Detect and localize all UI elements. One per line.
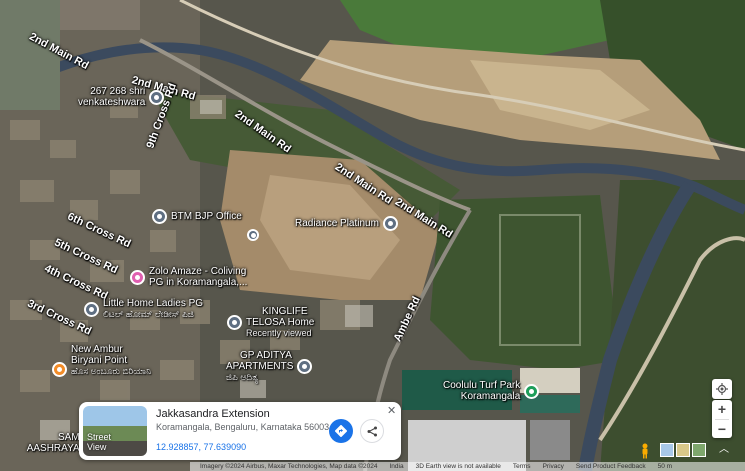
place-coordinates[interactable]: 12.928857, 77.639090 — [156, 442, 246, 452]
region-link[interactable]: India — [389, 463, 403, 470]
directions-icon — [335, 425, 347, 437]
plus-icon: + — [717, 401, 727, 418]
poi-label: Coolulu Turf Park Koramangala — [443, 380, 520, 402]
place-title: Jakkasandra Extension — [156, 408, 270, 420]
layer-thumb-terrain[interactable] — [676, 443, 690, 457]
pegman-icon[interactable] — [640, 443, 650, 459]
zoom-control: + − — [712, 400, 732, 438]
poi-label: Radiance Platinum — [295, 218, 379, 229]
place-pin-icon — [382, 216, 398, 231]
poi-shri-venkateshwara[interactable]: 267 268 shri venkateshwara — [78, 86, 165, 108]
poi-label-line2: PG in Koramangala,... — [149, 277, 248, 288]
poi-new-ambur-biryani[interactable]: New Ambur Biryani Point ಹೊಸ ಅಂಬೂರು ಬಿರಿಯ… — [52, 344, 151, 377]
poi-label: Zolo Amaze - Coliving PG in Koramangala,… — [149, 266, 247, 288]
close-icon[interactable]: ✕ — [387, 404, 396, 417]
poi-label-line2: TELOSA Home — [246, 317, 315, 328]
poi-label: Little Home Ladies PG ಲಿಟಲ್ ಹೋಮ್ ಲೇಡೀಸ್ … — [103, 298, 203, 320]
poi-label-line2: venkateshwara — [78, 97, 146, 108]
privacy-link[interactable]: Privacy — [543, 463, 564, 470]
poi-label: New Ambur Biryani Point ಹೊಸ ಅಂಬೂರು ಬಿರಿಯ… — [71, 344, 151, 377]
poi-label-kannada: ಜಿಪಿ ಆದಿತ್ಯ — [226, 372, 259, 382]
poi-little-home-ladies-pg[interactable]: Little Home Ladies PG ಲಿಟಲ್ ಹೋಮ್ ಲೇಡೀಸ್ … — [84, 298, 203, 320]
poi-label-line1: New Ambur — [71, 344, 123, 355]
share-button[interactable] — [360, 419, 384, 443]
3d-view-notice: 3D Earth view is not available — [415, 463, 501, 470]
imagery-attribution: Imagery ©2024 Airbus, Maxar Technologies… — [200, 463, 378, 470]
directions-button[interactable] — [329, 419, 353, 443]
poi-label-line1: 267 268 shri — [90, 86, 146, 97]
poi-label-line2: APARTMENTS — [226, 361, 294, 372]
poi-zolo-amaze[interactable]: Zolo Amaze - Coliving PG in Koramangala,… — [130, 266, 247, 288]
poi-label: GP ADITYA APARTMENTS ಜಿಪಿ ಆದಿತ್ಯ — [226, 350, 293, 383]
poi-label-line2: Biryani Point — [71, 355, 128, 366]
poi-label: 267 268 shri venkateshwara — [78, 86, 145, 108]
minus-icon: − — [717, 420, 727, 437]
place-pin-icon — [152, 209, 167, 224]
place-address: Koramangala, Bengaluru, Karnataka 560034 — [156, 422, 335, 432]
poi-kinglife-telosa[interactable]: KINGLIFE TELOSA Home Recently viewed — [227, 306, 314, 339]
zoom-out-button[interactable]: − — [712, 419, 732, 438]
place-pin-icon — [149, 89, 165, 105]
feedback-link[interactable]: Send Product Feedback — [576, 463, 646, 470]
chevron-up-icon[interactable]: ︿ — [716, 443, 732, 457]
poi-label-line1: GP ADITYA — [240, 350, 292, 361]
poi-label-line1: Little Home Ladies PG — [103, 298, 204, 309]
my-location-button[interactable] — [712, 379, 732, 399]
street-view-label: Street View — [87, 432, 111, 452]
poi-sam-aashraya[interactable]: SAM AASHRAYA — [14, 432, 80, 454]
hotel-pin-icon — [130, 269, 145, 285]
poi-unnamed-pin[interactable] — [247, 229, 259, 241]
scale-label: 50 m — [657, 463, 673, 470]
place-pin-icon — [84, 301, 99, 317]
zoom-in-button[interactable]: + — [712, 400, 732, 419]
place-pin-icon — [297, 359, 313, 374]
poi-label-sub: Recently viewed — [246, 328, 312, 338]
poi-label-line2: AASHRAYA — [26, 443, 80, 454]
poi-label-line1: Coolulu Turf Park — [443, 380, 521, 391]
attribution-bar: Imagery ©2024 Airbus, Maxar Technologies… — [190, 462, 745, 471]
street-view-label-line1: Street — [87, 432, 112, 442]
poi-label-line1: KINGLIFE — [262, 306, 308, 317]
place-info-card[interactable]: Street View Jakkasandra Extension Korama… — [79, 402, 401, 460]
poi-label: KINGLIFE TELOSA Home Recently viewed — [246, 306, 314, 339]
place-pin-icon — [247, 229, 259, 241]
poi-label-line1: Zolo Amaze - Coliving — [149, 266, 247, 277]
share-icon — [367, 426, 377, 436]
poi-label: BTM BJP Office — [171, 211, 242, 222]
layer-thumb-map[interactable] — [660, 443, 674, 457]
park-pin-icon — [524, 383, 540, 399]
terms-link[interactable]: Terms — [513, 463, 531, 470]
street-view-label-line2: View — [87, 442, 107, 452]
poi-radiance-platinum[interactable]: Radiance Platinum — [295, 216, 398, 231]
poi-label-line1: SAM — [58, 432, 80, 443]
layers-thumbnails[interactable] — [660, 443, 706, 457]
my-location-icon — [716, 383, 728, 395]
poi-label-line2: Koramangala — [460, 391, 521, 402]
satellite-map[interactable]: 2nd Main Rd 2nd Main Rd 2nd Main Rd 2nd … — [0, 0, 745, 471]
restaurant-pin-icon — [52, 362, 67, 377]
poi-label-kannada: ಲಿಟಲ್ ಹೋಮ್ ಲೇಡೀಸ್ ಪಿಜಿ — [103, 309, 194, 319]
poi-btm-bjp-office[interactable]: BTM BJP Office — [152, 209, 242, 224]
poi-gp-aditya[interactable]: GP ADITYA APARTMENTS ಜಿಪಿ ಆದಿತ್ಯ — [226, 350, 313, 383]
poi-coolulu-turf-park[interactable]: Coolulu Turf Park Koramangala — [443, 380, 540, 402]
layer-thumb-satellite[interactable] — [692, 443, 706, 457]
poi-label-kannada: ಹೊಸ ಅಂಬೂರು ಬಿರಿಯಾನಿ — [71, 366, 152, 376]
poi-label: SAM AASHRAYA — [14, 432, 80, 454]
street-view-thumbnail[interactable]: Street View — [83, 406, 147, 456]
place-pin-icon — [227, 315, 242, 330]
